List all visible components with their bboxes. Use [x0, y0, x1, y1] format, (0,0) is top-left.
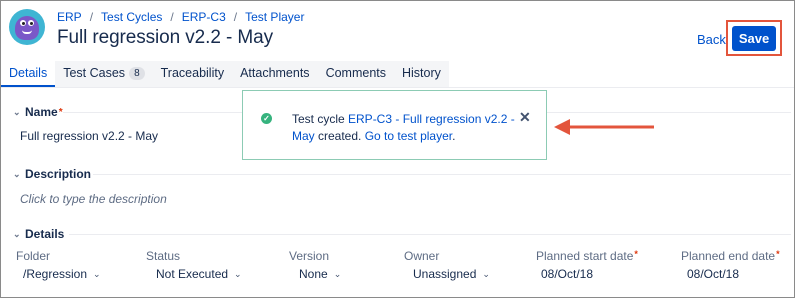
folder-select[interactable]: /Regression ⌄ — [23, 267, 101, 281]
red-arrow-annotation — [554, 119, 654, 135]
success-toast: ✓ Test cycle ERP-C3 - Full regression v2… — [242, 90, 547, 160]
tabs-divider — [1, 87, 794, 88]
planned-start-label: Planned start date* — [536, 249, 638, 263]
divider — [93, 174, 791, 175]
status-label: Status — [146, 249, 181, 263]
close-icon[interactable]: ✕ — [519, 109, 531, 126]
version-label: Version — [289, 249, 330, 263]
planned-end-date-field[interactable]: 08/Oct/18 — [687, 267, 739, 281]
chevron-down-icon: ⌄ — [13, 228, 21, 239]
test-cases-count-badge: 8 — [129, 67, 145, 80]
chevron-down-icon: ⌄ — [93, 268, 101, 279]
breadcrumb-cycle-key[interactable]: ERP-C3 — [182, 10, 226, 24]
required-mark: * — [58, 106, 63, 118]
breadcrumb-test-player[interactable]: Test Player — [245, 10, 304, 24]
name-section-toggle[interactable]: ⌄ Name * — [13, 105, 63, 119]
breadcrumb: ERP / Test Cycles / ERP-C3 / Test Player — [57, 10, 305, 24]
app-avatar-icon — [9, 9, 45, 45]
breadcrumb-test-cycles[interactable]: Test Cycles — [101, 10, 162, 24]
breadcrumb-erp[interactable]: ERP — [57, 10, 82, 24]
tab-bar: Details Test Cases 8 Traceability Attachm… — [1, 61, 449, 87]
owner-label: Owner — [404, 249, 440, 263]
divider — [547, 112, 791, 113]
toast-message: Test cycle ERP-C3 - Full regression v2.2… — [292, 112, 515, 143]
tab-attachments[interactable]: Attachments — [232, 61, 317, 87]
name-value[interactable]: Full regression v2.2 - May — [20, 129, 158, 143]
divider — [63, 112, 243, 113]
description-label: Description — [25, 167, 92, 181]
chevron-down-icon: ⌄ — [13, 106, 21, 117]
tab-traceability[interactable]: Traceability — [153, 61, 232, 87]
chevron-down-icon: ⌄ — [333, 268, 342, 279]
tab-history[interactable]: History — [394, 61, 449, 87]
owner-select[interactable]: Unassigned ⌄ — [413, 267, 490, 281]
chevron-down-icon: ⌄ — [482, 268, 490, 279]
description-section-toggle[interactable]: ⌄ Description — [13, 167, 91, 181]
tab-comments[interactable]: Comments — [318, 61, 394, 87]
chevron-down-icon: ⌄ — [13, 168, 21, 179]
page-title: Full regression v2.2 - May — [57, 27, 273, 48]
version-select[interactable]: None ⌄ — [299, 267, 341, 281]
check-circle-icon: ✓ — [261, 113, 272, 124]
back-link[interactable]: Back — [697, 32, 726, 47]
details-section-toggle[interactable]: ⌄ Details — [13, 227, 64, 241]
go-to-test-player-link[interactable]: Go to test player — [365, 129, 452, 143]
planned-start-date-field[interactable]: 08/Oct/18 — [541, 267, 593, 281]
details-label: Details — [25, 227, 65, 241]
chevron-down-icon: ⌄ — [234, 268, 242, 279]
divider — [69, 234, 791, 235]
tab-test-cases[interactable]: Test Cases 8 — [55, 61, 152, 87]
name-label: Name — [25, 105, 58, 119]
app-window: ERP / Test Cycles / ERP-C3 / Test Player… — [0, 0, 795, 298]
folder-label: Folder — [16, 249, 51, 263]
save-button[interactable]: Save — [732, 26, 776, 51]
status-select[interactable]: Not Executed ⌄ — [156, 267, 242, 281]
tab-details[interactable]: Details — [1, 61, 56, 87]
description-input[interactable]: Click to type the description — [20, 192, 167, 206]
planned-end-label: Planned end date* — [681, 249, 780, 263]
